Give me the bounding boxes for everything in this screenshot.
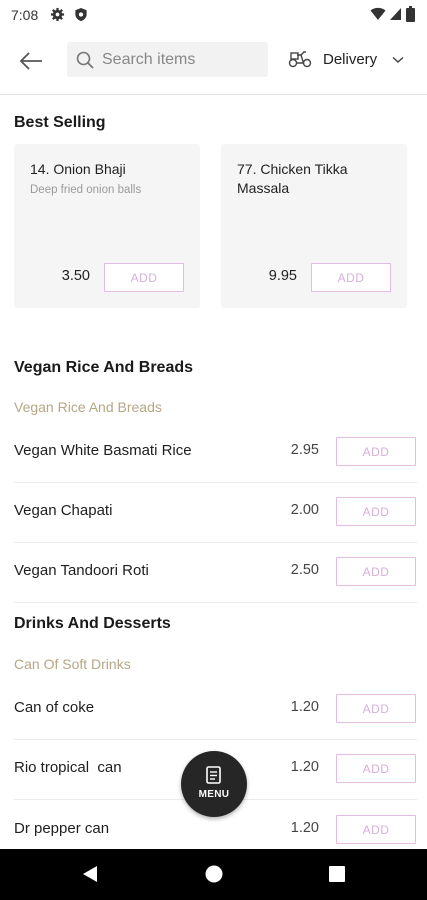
signal-icon — [390, 8, 401, 20]
menu-document-icon — [206, 766, 221, 784]
item-price: 1.20 — [290, 820, 319, 836]
category-label: Vegan Rice And Breads — [14, 399, 162, 415]
list-item[interactable]: Vegan Tandoori Roti 2.50 ADD — [14, 542, 417, 603]
list-item[interactable]: Vegan Chapati 2.00 ADD — [14, 482, 417, 543]
wifi-icon — [370, 7, 386, 20]
list-item[interactable]: Can of coke 1.20 ADD — [14, 679, 417, 740]
item-price: 2.95 — [290, 442, 319, 458]
card-item-name: 14. Onion Bhaji — [30, 161, 126, 177]
search-box[interactable] — [67, 42, 268, 77]
add-button[interactable]: ADD — [336, 754, 416, 783]
status-bar: 7:08 — [0, 0, 427, 30]
menu-fab-button[interactable]: MENU — [181, 751, 247, 817]
item-name: Dr pepper can — [14, 820, 110, 837]
item-name: Can of coke — [14, 699, 95, 716]
item-price: 1.20 — [290, 759, 319, 775]
item-price: 2.00 — [290, 502, 319, 518]
gear-icon — [50, 7, 65, 22]
home-circle-icon[interactable] — [204, 864, 224, 884]
item-price: 2.50 — [290, 562, 319, 578]
add-button[interactable]: ADD — [336, 694, 416, 723]
list-item[interactable]: Vegan White Basmati Rice 2.95 ADD — [14, 422, 417, 483]
system-nav-bar — [0, 849, 427, 900]
status-time: 7:08 — [11, 7, 39, 23]
add-button[interactable]: ADD — [336, 557, 416, 586]
recents-square-icon[interactable] — [328, 864, 346, 884]
add-button[interactable]: ADD — [336, 815, 416, 844]
section-title-drinks-and-desserts: Drinks And Desserts — [14, 615, 171, 632]
add-button[interactable]: ADD — [336, 497, 416, 526]
card-item-price: 9.95 — [268, 268, 297, 284]
card-item-name: 77. Chicken Tikka Massala — [237, 161, 348, 196]
add-button[interactable]: ADD — [336, 437, 416, 466]
item-name: Vegan Chapati — [14, 502, 113, 519]
best-selling-card[interactable]: 14. Onion Bhaji Deep fried onion balls 3… — [14, 144, 200, 308]
search-input[interactable] — [102, 42, 262, 77]
category-label: Can Of Soft Drinks — [14, 656, 131, 672]
back-triangle-icon[interactable] — [80, 864, 100, 884]
best-selling-card[interactable]: 77. Chicken Tikka Massala 9.95 ADD — [221, 144, 407, 308]
menu-fab-label: MENU — [198, 789, 230, 800]
menu-content: Best Selling 14. Onion Bhaji Deep fried … — [0, 95, 427, 848]
scooter-icon — [288, 51, 312, 68]
top-bar: Delivery — [0, 30, 427, 95]
add-button[interactable]: ADD — [311, 263, 391, 292]
card-item-description: Deep fried onion balls — [30, 184, 142, 196]
arrow-left-icon — [19, 52, 42, 70]
shield-icon — [75, 7, 87, 22]
chevron-down-icon — [392, 56, 404, 64]
section-title-vegan-rice-and-breads: Vegan Rice And Breads — [14, 359, 194, 376]
item-name: Vegan White Basmati Rice — [14, 442, 192, 459]
item-name: Rio tropical can — [14, 759, 122, 776]
add-button[interactable]: ADD — [104, 263, 184, 292]
section-title-best-selling: Best Selling — [14, 114, 106, 131]
search-icon — [76, 51, 94, 69]
battery-icon — [406, 6, 415, 22]
item-name: Vegan Tandoori Roti — [14, 562, 149, 579]
item-price: 1.20 — [290, 699, 319, 715]
card-item-price: 3.50 — [61, 268, 90, 284]
delivery-label: Delivery — [323, 51, 378, 68]
back-button[interactable] — [14, 46, 48, 76]
delivery-selector[interactable]: Delivery — [288, 44, 418, 76]
